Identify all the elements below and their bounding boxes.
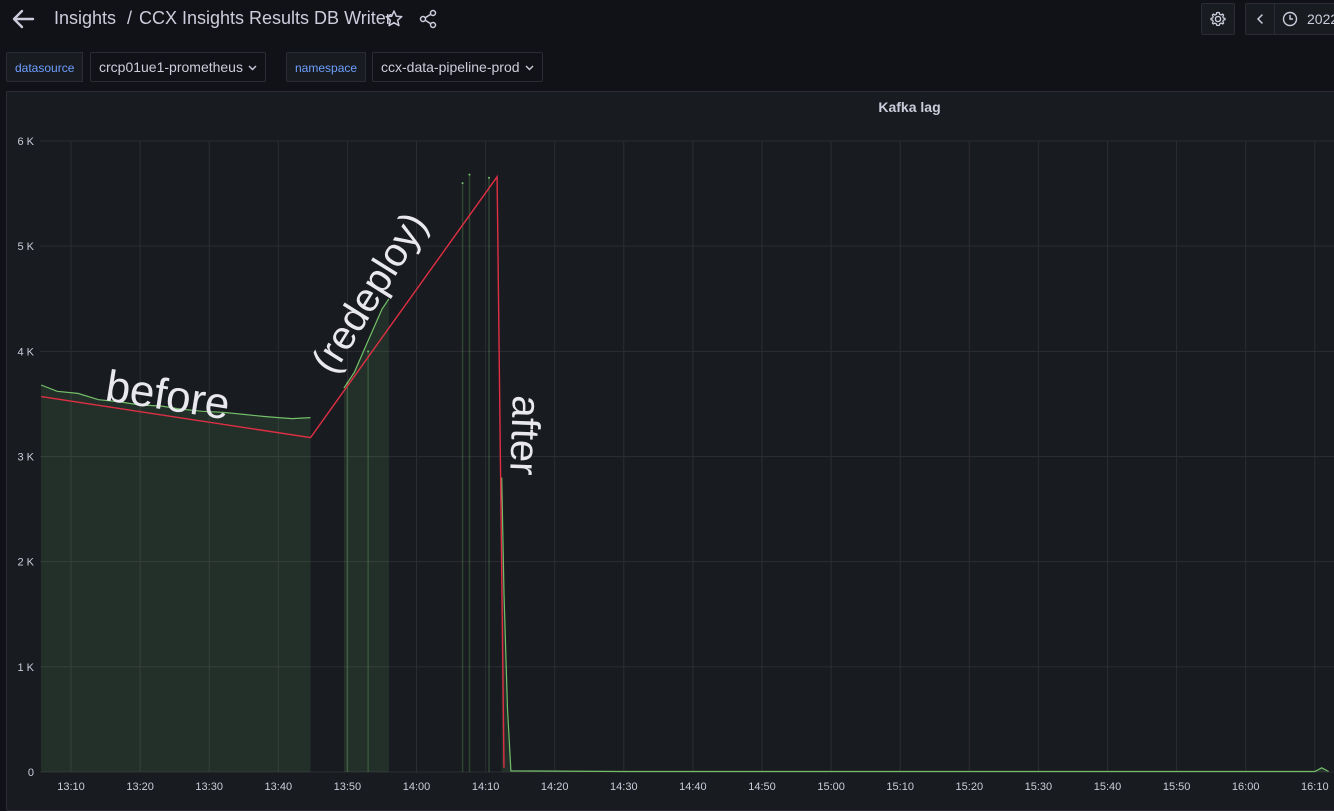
kafka-lag-chart: 0 1 K 2 K 3 K 4 K 5 K 6 K 13:10 13:20 13:30 13:40 1…: [17, 136, 1334, 793]
y-tick-label: 1 K: [17, 662, 34, 674]
y-tick-label: 2 K: [17, 557, 34, 569]
x-tick-label: 14:40: [679, 781, 707, 793]
series-spike-point: [367, 350, 370, 353]
annotation-after: after: [501, 395, 548, 477]
x-tick-label: 14:30: [610, 781, 638, 793]
y-tick-label: 0: [28, 767, 34, 779]
x-tick-label: 16:10: [1301, 781, 1329, 793]
x-tick-label: 16:00: [1232, 781, 1260, 793]
x-tick-label: 13:30: [195, 781, 223, 793]
series-spike-point: [468, 173, 471, 176]
x-tick-label: 15:10: [886, 781, 914, 793]
x-tick-label: 14:50: [748, 781, 776, 793]
y-tick-label: 3 K: [17, 452, 34, 464]
x-tick-label: 14:00: [403, 781, 431, 793]
x-tick-label: 15:50: [1163, 781, 1191, 793]
x-tick-label: 15:40: [1094, 781, 1122, 793]
x-tick-label: 15:00: [817, 781, 845, 793]
y-tick-label: 4 K: [17, 346, 34, 358]
x-tick-label: 13:40: [265, 781, 293, 793]
series-spike-point: [346, 381, 349, 384]
x-tick-label: 13:10: [57, 781, 85, 793]
x-tick-label: 13:20: [126, 781, 154, 793]
x-tick-label: 14:20: [541, 781, 569, 793]
x-tick-label: 13:50: [334, 781, 362, 793]
y-tick-label: 6 K: [17, 136, 34, 148]
x-tick-label: 15:20: [956, 781, 984, 793]
series-fill: [343, 298, 389, 772]
series-spike-point: [488, 176, 491, 179]
series-line: [501, 477, 1329, 773]
x-tick-label: 15:30: [1025, 781, 1053, 793]
series-fill: [501, 477, 1329, 772]
x-tick-label: 14:10: [472, 781, 500, 793]
y-tick-label: 5 K: [17, 241, 34, 253]
series-fill: [41, 385, 311, 772]
series-area: [41, 174, 1329, 772]
series-spike-point: [461, 182, 464, 185]
